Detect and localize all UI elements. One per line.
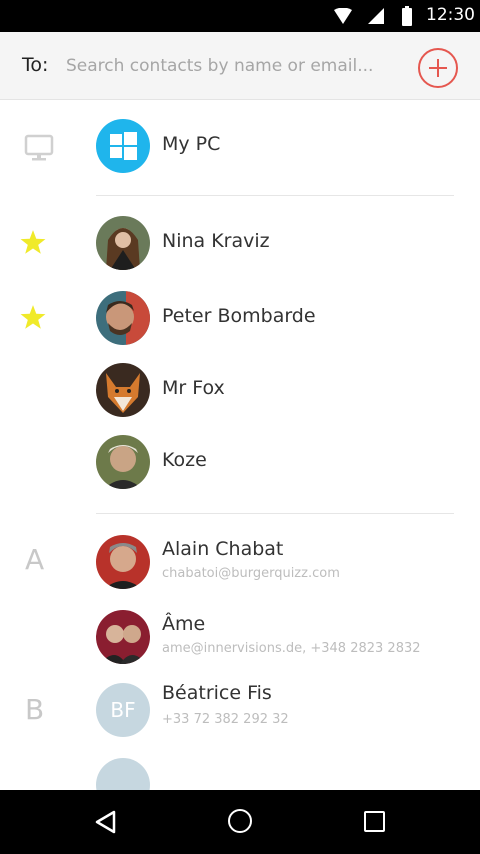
add-contact-button[interactable] [418, 48, 458, 88]
windows-logo-avatar [96, 119, 150, 173]
contact-name: Béatrice Fis [162, 682, 272, 704]
device-row-my-pc[interactable]: My PC [0, 110, 480, 180]
battery-icon [402, 6, 412, 26]
recipient-bar: To: [0, 32, 480, 100]
clock: 12:30 [426, 5, 475, 25]
device-name: My PC [162, 133, 221, 155]
contact-detail: ame@innervisions.de, +348 2823 2832 [162, 641, 421, 656]
avatar [96, 610, 150, 664]
navigation-bar [0, 790, 480, 854]
avatar [96, 291, 150, 345]
contact-row-alain-chabat[interactable]: Alain Chabat chabatoi@burgerquizz.com [0, 527, 480, 597]
home-icon[interactable] [228, 809, 252, 833]
contact-row-koze[interactable]: Koze [0, 426, 480, 496]
contact-name: Alain Chabat [162, 538, 284, 560]
initials-avatar: BF [96, 683, 150, 737]
divider [96, 513, 454, 514]
contact-name: Peter Bombarde [162, 305, 316, 327]
to-label: To: [22, 54, 49, 76]
contact-detail: +33 72 382 292 32 [162, 712, 289, 727]
avatar [96, 535, 150, 589]
windows-icon [110, 132, 137, 160]
contact-name: Mr Fox [162, 377, 225, 399]
search-contacts-input[interactable] [60, 48, 405, 84]
contact-row-beatrice-fis[interactable]: BF Béatrice Fis +33 72 382 292 32 [0, 673, 480, 743]
contact-row-peter-bombarde[interactable]: Peter Bombarde [0, 282, 480, 352]
avatar [96, 363, 150, 417]
wifi-icon [334, 8, 352, 24]
divider [96, 195, 454, 196]
star-icon [20, 230, 46, 254]
status-bar: 12:30 [0, 0, 480, 32]
contact-row-mr-fox[interactable]: Mr Fox [0, 354, 480, 424]
recent-apps-icon[interactable] [364, 811, 385, 832]
avatar [96, 435, 150, 489]
contact-row-ame[interactable]: Âme ame@innervisions.de, +348 2823 2832 [0, 602, 480, 672]
signal-icon [368, 8, 384, 24]
contact-detail: chabatoi@burgerquizz.com [162, 566, 340, 581]
contact-name: Koze [162, 449, 207, 471]
star-icon [20, 305, 46, 329]
contact-row-nina-kraviz[interactable]: Nina Kraviz [0, 207, 480, 277]
contact-name: Nina Kraviz [162, 230, 270, 252]
avatar [96, 216, 150, 270]
back-icon[interactable] [92, 808, 120, 836]
contact-name: Âme [162, 613, 206, 635]
